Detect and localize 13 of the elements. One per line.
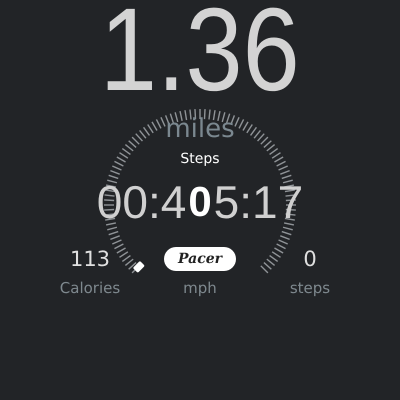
logo-badge: Pacer [164, 247, 236, 271]
steps-label: Steps [180, 150, 220, 168]
distance-value: 1.36 [100, 0, 300, 100]
stat-value: 113 [70, 246, 110, 273]
timer-part: 5:17 [214, 175, 304, 230]
distance-unit: miles [165, 114, 235, 144]
overlay-value: 0 [188, 177, 212, 227]
stat-label: Calories [60, 278, 120, 299]
stat-label: mph [183, 278, 217, 299]
timer-part: 00:4 [96, 175, 186, 230]
stat-label: steps [290, 278, 330, 299]
stat-value: 0 [303, 246, 317, 273]
gauge-marker [132, 260, 145, 273]
